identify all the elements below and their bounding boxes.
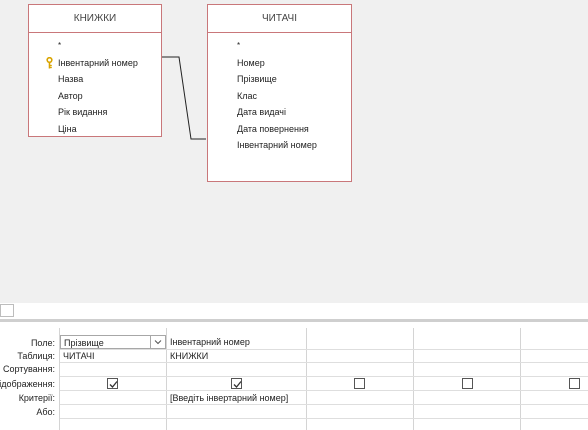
table-books[interactable]: КНИЖКИ * Інвентарний номер Назва Автор Р… bbox=[28, 4, 162, 137]
table-readers-title[interactable]: ЧИТАЧІ bbox=[208, 5, 351, 33]
field-cell-col3[interactable] bbox=[307, 335, 413, 349]
row-label-sort: Сортування: bbox=[2, 364, 55, 374]
table-readers-field-surname[interactable]: Прізвище bbox=[208, 71, 351, 88]
table-books-field-inventory-number[interactable]: Інвентарний номер bbox=[29, 55, 161, 72]
chevron-down-icon[interactable] bbox=[150, 336, 165, 348]
table-readers-field-issue-date[interactable]: Дата видачі bbox=[208, 104, 351, 121]
show-checkbox-col4[interactable] bbox=[462, 378, 473, 389]
table-readers-field-inventory-number[interactable]: Інвентарний номер bbox=[208, 137, 351, 154]
horizontal-scrollbar-button[interactable] bbox=[0, 304, 14, 317]
table-books-field-title[interactable]: Назва bbox=[29, 71, 161, 88]
table-books-field-price[interactable]: Ціна bbox=[29, 121, 161, 138]
table-readers-field-class[interactable]: Клас bbox=[208, 88, 351, 105]
table-books-field-author[interactable]: Автор bbox=[29, 88, 161, 105]
row-label-or: Або: bbox=[36, 407, 55, 417]
show-checkbox-col1[interactable] bbox=[107, 378, 118, 389]
row-label-table: Таблиця: bbox=[17, 351, 55, 361]
field-label: Інвентарний номер bbox=[58, 57, 138, 68]
field-cell-col5[interactable] bbox=[521, 335, 588, 349]
show-checkbox-col5[interactable] bbox=[569, 378, 580, 389]
table-readers-field-return-date[interactable]: Дата повернення bbox=[208, 121, 351, 138]
criteria-cell-col1[interactable] bbox=[60, 391, 166, 405]
or-cell-col2[interactable] bbox=[167, 405, 306, 419]
field-select-value: Прізвище bbox=[64, 338, 104, 348]
criteria-cell-col2[interactable]: [Введіть інвертарний номер] bbox=[167, 391, 306, 405]
query-diagram-pane[interactable]: КНИЖКИ * Інвентарний номер Назва Автор Р… bbox=[0, 0, 588, 303]
table-cell-col2[interactable]: КНИЖКИ bbox=[167, 349, 306, 363]
checkmark-icon bbox=[233, 381, 242, 388]
show-checkbox-col2[interactable] bbox=[231, 378, 242, 389]
table-readers-field-number[interactable]: Номер bbox=[208, 55, 351, 72]
table-books-field-list: * Інвентарний номер Назва Автор Рік вида… bbox=[29, 33, 161, 137]
row-label-field: Поле: bbox=[30, 338, 55, 348]
table-readers-field-all[interactable]: * bbox=[208, 38, 351, 55]
table-readers[interactable]: ЧИТАЧІ * Номер Прізвище Клас Дата видачі… bbox=[207, 4, 352, 182]
key-icon bbox=[46, 56, 53, 68]
row-label-criteria: Критерії: bbox=[18, 393, 55, 403]
sort-cell-col1[interactable] bbox=[60, 363, 166, 377]
table-cell-col1[interactable]: ЧИТАЧІ bbox=[60, 349, 166, 363]
table-books-field-all[interactable]: * bbox=[29, 38, 161, 55]
show-checkbox-col3[interactable] bbox=[354, 378, 365, 389]
table-books-title[interactable]: КНИЖКИ bbox=[29, 5, 161, 33]
field-cell-col2[interactable]: Інвентарний номер bbox=[167, 335, 306, 349]
table-books-field-year[interactable]: Рік видання bbox=[29, 104, 161, 121]
field-cell-col4[interactable] bbox=[414, 335, 520, 349]
row-label-show: Відображення: bbox=[0, 379, 55, 389]
field-select-col1[interactable]: Прізвище bbox=[60, 335, 166, 349]
checkmark-icon bbox=[109, 381, 118, 388]
query-design-grid: Поле: Таблиця: Сортування: Відображення:… bbox=[0, 322, 588, 430]
table-readers-field-list: * Номер Прізвище Клас Дата видачі Дата п… bbox=[208, 33, 351, 154]
sort-cell-col2[interactable] bbox=[167, 363, 306, 377]
or-cell-col1[interactable] bbox=[60, 405, 166, 419]
